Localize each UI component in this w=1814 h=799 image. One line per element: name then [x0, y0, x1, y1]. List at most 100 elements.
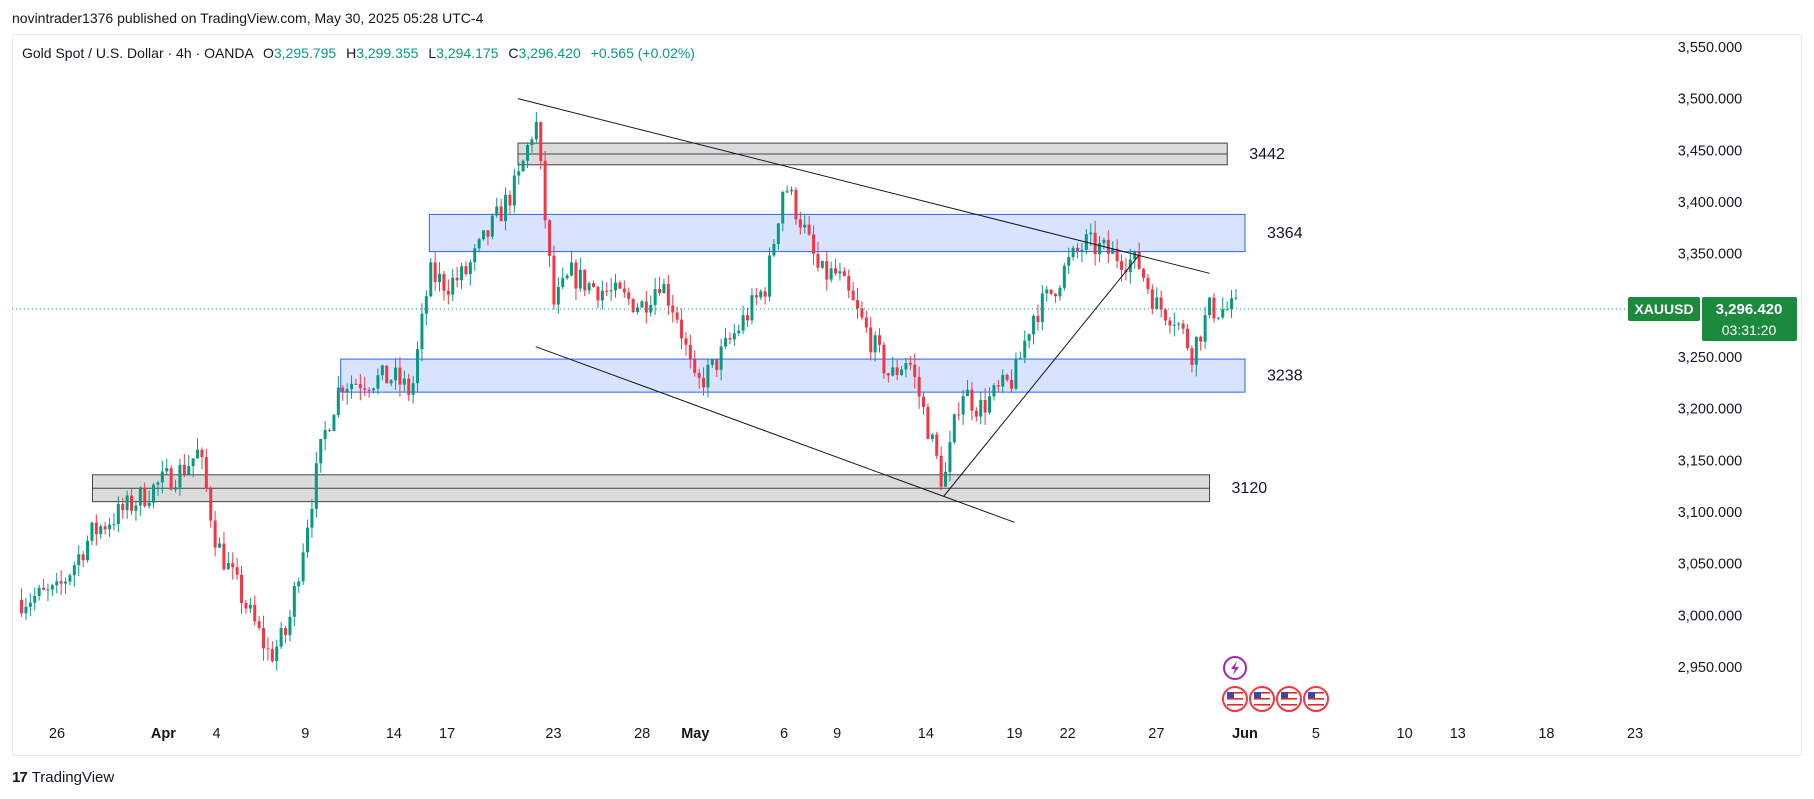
- candle-body: [913, 364, 917, 377]
- candle-body: [754, 295, 758, 298]
- candle: [882, 341, 886, 379]
- candle-body: [715, 359, 719, 370]
- candle-body: [732, 333, 736, 340]
- candle-body: [1001, 374, 1005, 387]
- candle: [746, 307, 750, 328]
- candle-body: [1054, 293, 1058, 297]
- candle: [728, 332, 732, 345]
- candle-body: [1076, 247, 1080, 252]
- candle-body: [187, 466, 191, 475]
- candle-body: [495, 206, 499, 216]
- candle-body: [1164, 309, 1168, 321]
- candle-body: [240, 574, 244, 604]
- candle-body: [354, 383, 358, 385]
- candle-body: [55, 581, 59, 586]
- candle-body: [169, 468, 173, 490]
- candle: [68, 573, 72, 586]
- candle: [72, 561, 76, 587]
- candle-body: [416, 349, 420, 384]
- candle: [455, 266, 459, 288]
- candle: [534, 111, 538, 143]
- candle-body: [253, 604, 257, 622]
- candle-body: [605, 290, 609, 292]
- candle: [512, 168, 516, 213]
- candle-body: [288, 616, 292, 636]
- candle: [759, 289, 763, 300]
- candle-body: [556, 286, 560, 305]
- candle: [1054, 293, 1058, 303]
- candle-body: [1230, 298, 1234, 310]
- candle: [649, 295, 653, 317]
- candle-body: [64, 581, 68, 584]
- candle-body: [99, 526, 103, 535]
- candle-body: [433, 262, 437, 282]
- candle-body: [983, 399, 987, 413]
- candle: [204, 448, 208, 493]
- candle: [1040, 285, 1044, 331]
- candle-body: [1181, 323, 1185, 329]
- candle-body: [174, 487, 178, 490]
- candle-body: [270, 649, 274, 662]
- candle-body: [72, 565, 76, 576]
- candle-body: [521, 160, 525, 172]
- price-tag-layer: XAUUSD 3,296.420 03:31:20: [1628, 297, 1797, 342]
- candle: [323, 421, 327, 451]
- candle: [134, 500, 138, 521]
- candle-body: [429, 262, 433, 297]
- candle-body: [372, 388, 376, 391]
- candle: [1124, 258, 1128, 281]
- us-flag-icon[interactable]: [1249, 686, 1275, 712]
- candle-body: [583, 269, 587, 291]
- candle-body: [1005, 374, 1009, 380]
- candle-body: [420, 313, 424, 350]
- x-tick-label: 23: [1627, 726, 1643, 742]
- candle-body: [922, 396, 926, 407]
- candle-body: [279, 628, 283, 647]
- candle-body: [50, 585, 54, 590]
- candle: [754, 288, 758, 306]
- candle: [314, 452, 318, 518]
- candle-body: [856, 300, 860, 309]
- candle-body: [1150, 289, 1154, 310]
- candle-body: [935, 434, 939, 456]
- candle-body: [275, 646, 279, 662]
- candle-body: [882, 344, 886, 374]
- candle: [825, 250, 829, 291]
- candle-body: [424, 296, 428, 314]
- candle: [244, 600, 248, 614]
- time-axis: 26 Apr 4 9 14 17 23 28 May 6 9 14 19 22 27 Jun 5 10 13 18 23: [49, 726, 1643, 742]
- candle-body: [803, 224, 807, 228]
- candle-body: [1199, 336, 1203, 342]
- us-flag-icon[interactable]: [1222, 686, 1248, 712]
- candle-body: [838, 271, 842, 274]
- candle-body: [297, 581, 301, 587]
- candle-body: [473, 248, 477, 263]
- candle-body: [644, 301, 648, 313]
- candle-body: [358, 384, 362, 389]
- price-chart[interactable]: 3442 3364 3238 3120 3,550.000 3,500.000 3,450…: [0, 0, 1814, 799]
- us-flag-icon[interactable]: [1303, 686, 1329, 712]
- candle-body: [367, 389, 371, 391]
- candle: [517, 162, 521, 185]
- candle: [957, 402, 961, 421]
- flag-stripe: [1254, 701, 1270, 703]
- flag-canton: [1227, 692, 1234, 698]
- candle-body: [798, 219, 802, 228]
- candle-body: [266, 648, 270, 650]
- candle: [983, 388, 987, 425]
- us-flag-icon[interactable]: [1276, 686, 1302, 712]
- candle-body: [1010, 379, 1014, 389]
- candle: [81, 550, 85, 568]
- candle: [622, 280, 626, 298]
- tradingview-logo[interactable]: 17 TradingView: [12, 769, 114, 786]
- x-tick-label: 26: [49, 726, 65, 742]
- candle: [165, 458, 169, 475]
- candle-body: [508, 194, 512, 206]
- candle: [974, 407, 978, 422]
- candle-body: [842, 271, 846, 277]
- candle-body: [816, 253, 820, 268]
- candle-body: [1208, 297, 1212, 316]
- lightning-icon[interactable]: [1223, 656, 1247, 680]
- candle: [556, 277, 560, 314]
- candle: [618, 280, 622, 290]
